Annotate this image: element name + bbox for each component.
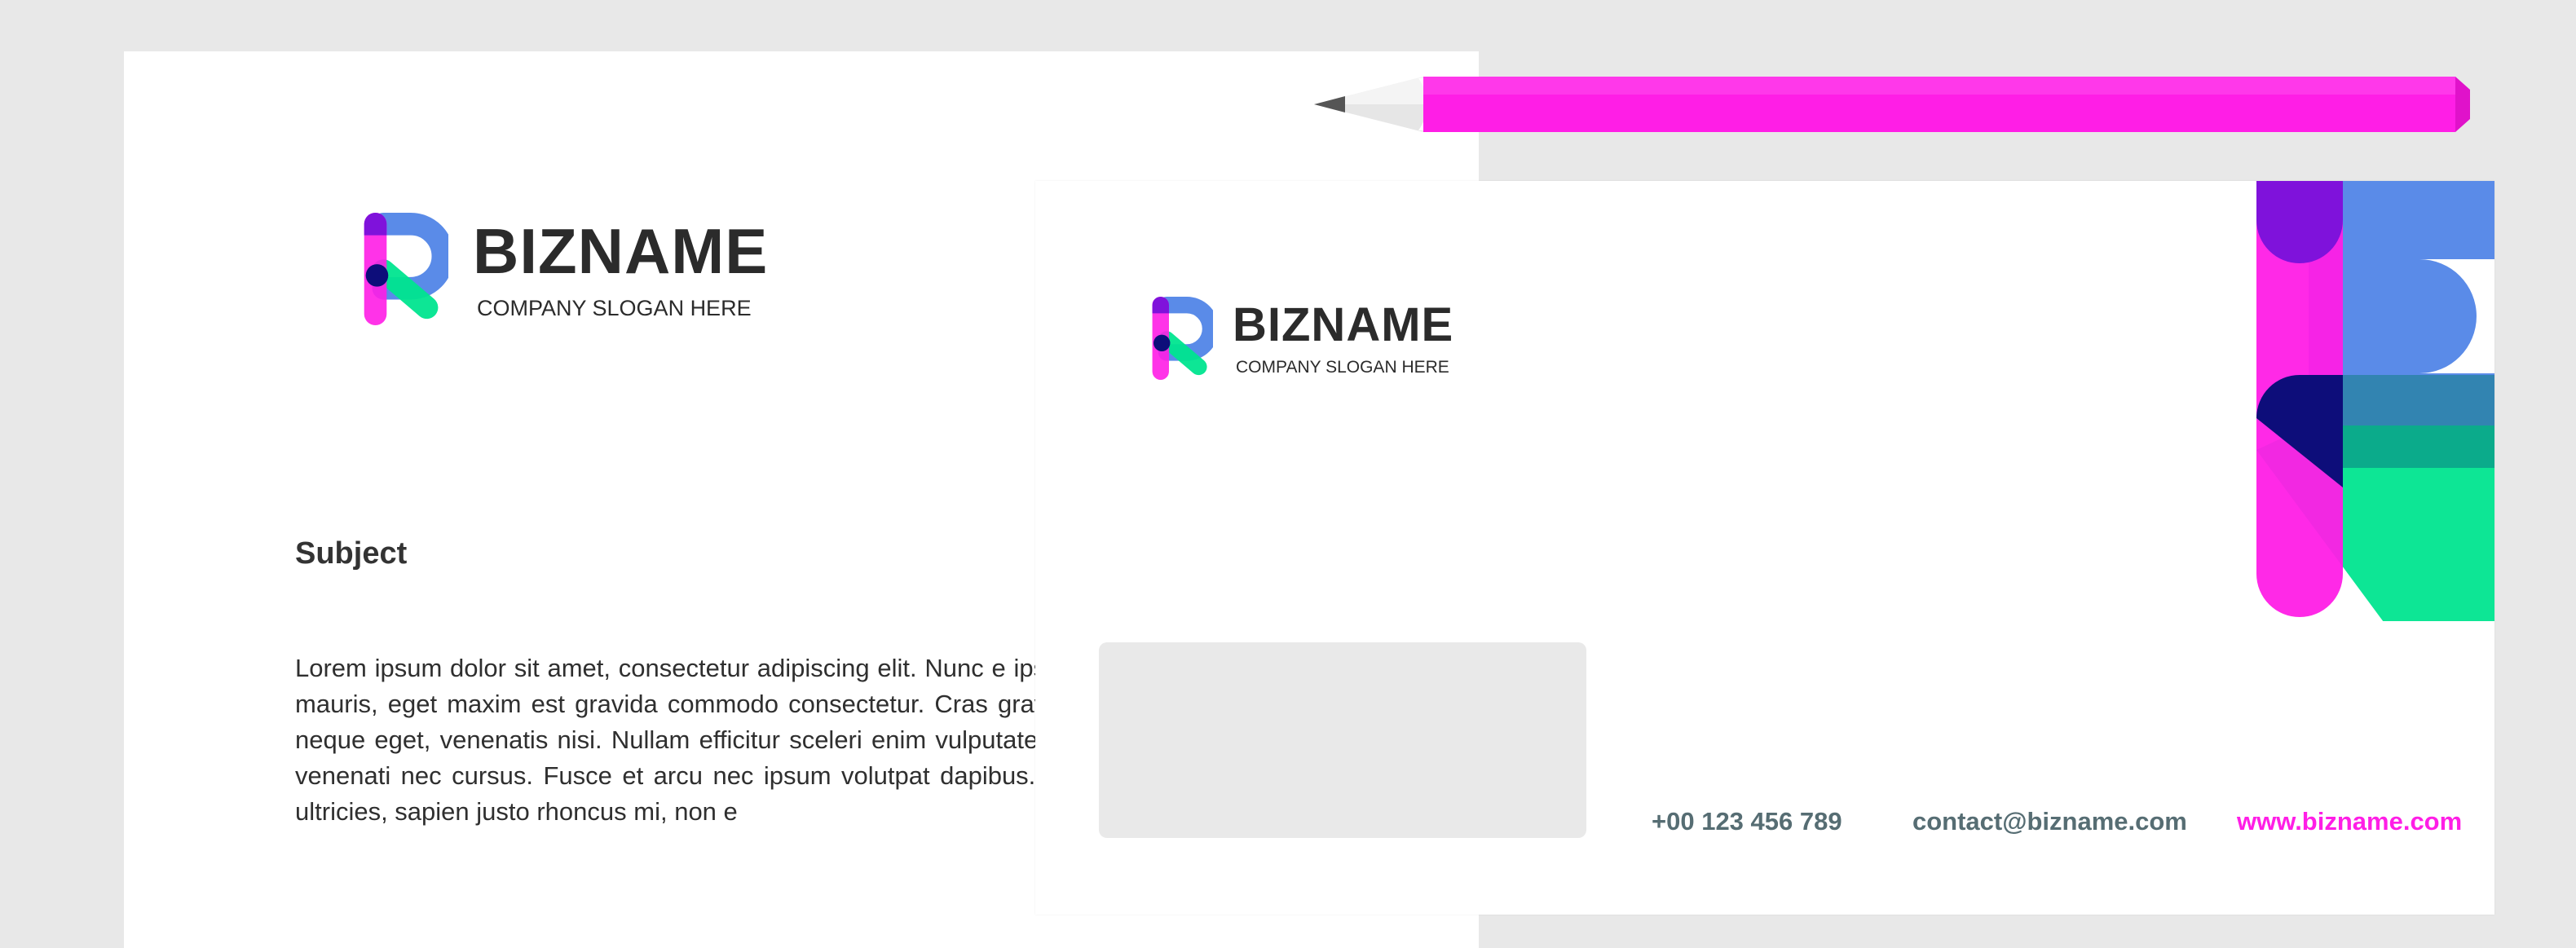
contact-email: contact@bizname.com <box>1912 807 2187 836</box>
letter-subject: Subject <box>295 536 408 571</box>
contact-website: www.bizname.com <box>2237 807 2463 836</box>
r-logo-icon <box>1152 297 1213 380</box>
brand-name: BIZNAME <box>473 214 769 287</box>
envelope-logo: BIZNAME COMPANY SLOGAN HERE <box>1151 297 1453 380</box>
letterhead-logo: BIZNAME COMPANY SLOGAN HERE <box>360 213 768 325</box>
contact-phone: +00 123 456 789 <box>1652 807 1842 836</box>
brand-slogan: COMPANY SLOGAN HERE <box>477 295 752 320</box>
logo-text: BIZNAME COMPANY SLOGAN HERE <box>1233 298 1454 377</box>
pencil-icon <box>1314 77 2470 132</box>
r-logo-icon <box>364 213 448 325</box>
logo-text: BIZNAME COMPANY SLOGAN HERE <box>473 219 768 320</box>
brand-slogan: COMPANY SLOGAN HERE <box>1236 357 1449 377</box>
envelope: BIZNAME COMPANY SLOGAN HERE +00 123 456 … <box>1035 181 2494 915</box>
brand-name: BIZNAME <box>1233 298 1454 351</box>
address-window <box>1099 642 1586 838</box>
large-r-logo-corner-icon <box>2256 181 2494 621</box>
